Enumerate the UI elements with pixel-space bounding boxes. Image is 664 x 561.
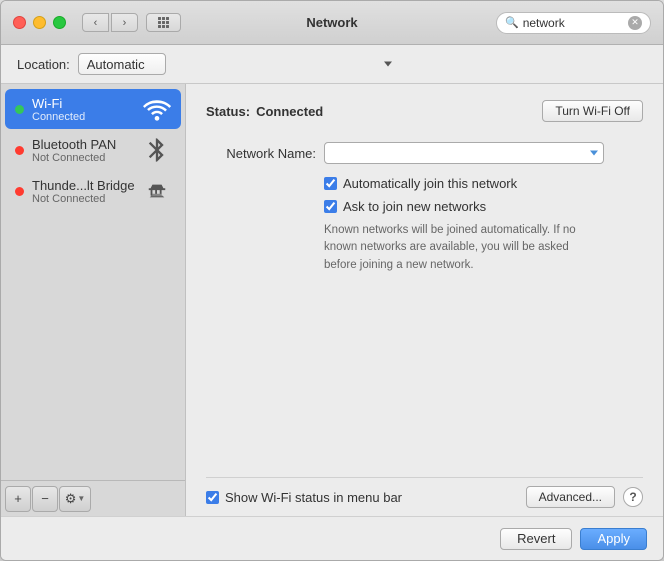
apply-button[interactable]: Apply <box>580 528 647 550</box>
maximize-button[interactable]: + <box>53 16 66 29</box>
auto-join-label: Automatically join this network <box>343 176 517 191</box>
status-value: Connected <box>256 104 323 119</box>
traffic-lights: ✕ − + <box>13 16 66 29</box>
forward-button[interactable]: › <box>111 13 138 32</box>
plus-icon: + <box>14 491 22 506</box>
chevron-down-icon: ▼ <box>77 494 85 503</box>
status-dot-wifi <box>15 105 24 114</box>
turn-off-button[interactable]: Turn Wi-Fi Off <box>542 100 643 122</box>
content-area: Wi-Fi Connected Bluetooth <box>1 84 663 516</box>
show-wifi-label: Show Wi-Fi status in menu bar <box>225 490 402 505</box>
sidebar-item-bridge-text: Thunde...lt Bridge Not Connected <box>32 178 135 205</box>
grid-view-button[interactable] <box>146 13 181 32</box>
status-dot-bluetooth <box>15 146 24 155</box>
ask-join-label: Ask to join new networks <box>343 199 486 214</box>
network-name-row: Network Name: <box>206 142 643 164</box>
nav-buttons: ‹ › <box>82 13 138 32</box>
sidebar: Wi-Fi Connected Bluetooth <box>1 84 186 516</box>
network-name-label: Network Name: <box>206 146 316 161</box>
sidebar-item-wifi-status: Connected <box>32 111 135 123</box>
search-input[interactable] <box>523 16 623 30</box>
add-network-button[interactable]: + <box>5 486 31 512</box>
minus-icon: − <box>41 491 49 506</box>
sidebar-item-bluetooth-status: Not Connected <box>32 152 135 164</box>
location-select[interactable]: Automatic Home Work <box>78 53 166 75</box>
show-wifi-checkbox[interactable] <box>206 491 219 504</box>
close-button[interactable]: ✕ <box>13 16 26 29</box>
wifi-icon <box>143 95 171 123</box>
network-name-select-wrapper <box>324 142 604 164</box>
status-dot-bridge <box>15 187 24 196</box>
detail-panel: Status: Connected Turn Wi-Fi Off Network… <box>186 84 663 516</box>
main-area: Location: Automatic Home Work Wi-Fi <box>1 45 663 560</box>
remove-network-button[interactable]: − <box>32 486 58 512</box>
sidebar-item-bluetooth[interactable]: Bluetooth PAN Not Connected <box>5 130 181 170</box>
auto-join-checkbox[interactable] <box>324 177 337 190</box>
status-label: Status: <box>206 104 250 119</box>
location-select-wrapper: Automatic Home Work <box>78 53 398 75</box>
back-button[interactable]: ‹ <box>82 13 109 32</box>
titlebar: ✕ − + ‹ › Network 🔍 ✕ <box>1 1 663 45</box>
network-actions-button[interactable]: ⚙ ▼ <box>59 486 91 512</box>
help-text: Known networks will be joined automatica… <box>206 222 586 274</box>
minimize-button[interactable]: − <box>33 16 46 29</box>
search-icon: 🔍 <box>505 16 519 29</box>
sidebar-item-bridge-status: Not Connected <box>32 193 135 205</box>
gear-icon: ⚙ <box>65 491 77 507</box>
location-label: Location: <box>17 57 70 72</box>
network-window: ✕ − + ‹ › Network 🔍 ✕ Location: <box>0 0 664 561</box>
search-clear-button[interactable]: ✕ <box>628 16 642 30</box>
ask-join-checkbox[interactable] <box>324 200 337 213</box>
sidebar-item-bridge[interactable]: Thunde...lt Bridge Not Connected <box>5 171 181 211</box>
help-button[interactable]: ? <box>623 487 643 507</box>
sidebar-item-bridge-name: Thunde...lt Bridge <box>32 178 135 193</box>
sidebar-item-wifi[interactable]: Wi-Fi Connected <box>5 89 181 129</box>
spacer <box>206 290 643 469</box>
grid-icon <box>158 17 169 28</box>
location-bar: Location: Automatic Home Work <box>1 45 663 84</box>
sidebar-item-bluetooth-name: Bluetooth PAN <box>32 137 135 152</box>
sidebar-list: Wi-Fi Connected Bluetooth <box>1 84 185 480</box>
auto-join-row: Automatically join this network <box>206 176 643 191</box>
sidebar-toolbar: + − ⚙ ▼ <box>1 480 185 516</box>
revert-button[interactable]: Revert <box>500 528 572 550</box>
sidebar-item-wifi-name: Wi-Fi <box>32 96 135 111</box>
show-wifi-row: Show Wi-Fi status in menu bar <box>206 490 526 505</box>
status-row: Status: Connected Turn Wi-Fi Off <box>206 100 643 122</box>
search-box: 🔍 ✕ <box>496 12 651 34</box>
network-name-select[interactable] <box>324 142 604 164</box>
footer: Revert Apply <box>1 516 663 560</box>
bridge-icon <box>143 177 171 205</box>
advanced-button[interactable]: Advanced... <box>526 486 615 508</box>
bottom-bar: Show Wi-Fi status in menu bar Advanced..… <box>206 477 643 516</box>
sidebar-item-wifi-text: Wi-Fi Connected <box>32 96 135 123</box>
ask-join-row: Ask to join new networks <box>206 199 643 214</box>
sidebar-item-bluetooth-text: Bluetooth PAN Not Connected <box>32 137 135 164</box>
window-title: Network <box>306 15 357 30</box>
bluetooth-icon <box>143 136 171 164</box>
